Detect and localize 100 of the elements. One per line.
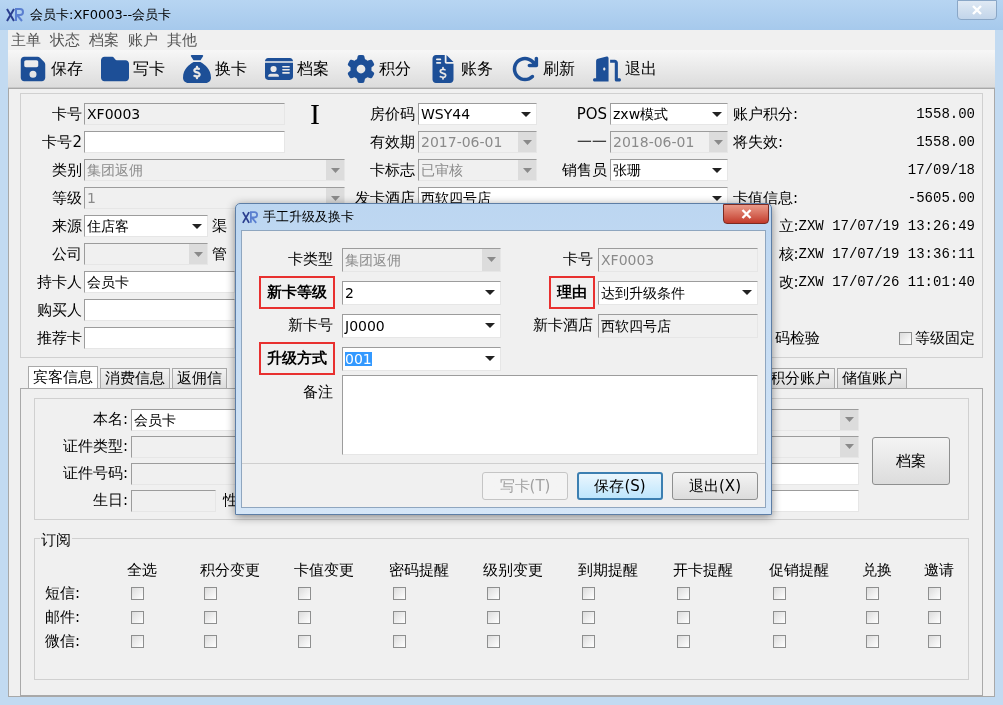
info-label: 核:	[778, 243, 799, 265]
column-header: 促销提醒	[769, 561, 829, 579]
invoice-icon	[429, 54, 457, 83]
checkbox[interactable]	[204, 634, 217, 648]
checkbox[interactable]	[298, 610, 311, 624]
field-label: 类别	[51, 159, 82, 181]
checkbox[interactable]	[582, 586, 595, 600]
checkbox[interactable]	[204, 586, 217, 600]
field-label: 一一	[576, 131, 608, 153]
column-header: 邀请	[924, 561, 954, 579]
checkbox[interactable]	[487, 610, 500, 624]
text-field[interactable]: XF0003	[84, 103, 285, 125]
toolbar-button[interactable]: 账务	[428, 51, 494, 86]
menu-item[interactable]: 档案	[89, 28, 119, 52]
menu-item[interactable]: 状态	[50, 28, 80, 52]
checkbox[interactable]	[487, 634, 500, 648]
checkbox[interactable]	[773, 610, 786, 624]
combo-box[interactable]: zxw模式	[610, 103, 728, 125]
toolbar-button[interactable]: 积分	[346, 51, 412, 86]
toolbar-button[interactable]: 退出	[592, 51, 658, 86]
checkbox[interactable]	[677, 586, 690, 600]
field-label: 公司	[51, 243, 82, 265]
caret-icon	[712, 111, 722, 117]
close-button[interactable]	[723, 204, 769, 224]
checkbox[interactable]	[677, 610, 690, 624]
checkbox[interactable]	[582, 634, 595, 648]
field-label: 销售员	[561, 159, 608, 181]
checkbox[interactable]	[928, 610, 941, 624]
text-field[interactable]	[84, 131, 285, 153]
dialog-title: 手工升级及换卡	[263, 208, 354, 227]
column-header: 全选	[127, 561, 157, 579]
combo-box[interactable]: J0000	[342, 313, 501, 338]
checkbox[interactable]	[131, 610, 144, 624]
checkbox[interactable]	[131, 634, 144, 648]
settings-icon	[347, 54, 375, 83]
field-label: 新卡酒店	[533, 315, 594, 337]
tab[interactable]: 返佣信	[172, 368, 227, 388]
text-field[interactable]: 会员卡	[84, 271, 235, 293]
checkbox[interactable]	[866, 586, 879, 600]
checkbox[interactable]	[866, 634, 879, 648]
refresh-icon	[511, 54, 539, 83]
checkbox[interactable]	[393, 634, 406, 648]
close-icon	[972, 5, 982, 15]
app-logo	[6, 8, 24, 22]
caret-icon	[709, 132, 727, 152]
combo-box[interactable]: 住店客	[84, 215, 208, 237]
dialog-button[interactable]: 保存(S)	[577, 472, 663, 500]
toolbar-button[interactable]: 写卡	[100, 51, 166, 86]
field-label: 证件号码:	[61, 463, 128, 485]
combo-box[interactable]: 达到升级条件	[598, 280, 758, 305]
text-field[interactable]	[769, 489, 859, 512]
column-header: 级别变更	[483, 561, 543, 579]
checkbox[interactable]	[773, 634, 786, 648]
checkbox[interactable]	[677, 634, 690, 648]
caret-icon	[518, 132, 536, 152]
toolbar-button[interactable]: 刷新	[510, 51, 576, 86]
tab[interactable]: 消费信息	[100, 368, 170, 388]
checkbox[interactable]	[773, 586, 786, 600]
menu-item[interactable]: 其他	[167, 28, 197, 52]
tab[interactable]: 储值账户	[837, 368, 907, 388]
column-header: 积分变更	[200, 561, 260, 579]
field-label: 新卡号	[288, 315, 334, 337]
text-field[interactable]: 会员卡	[131, 408, 236, 431]
checkbox[interactable]	[393, 610, 406, 624]
toolbar-button[interactable]: 保存	[18, 51, 84, 86]
tab[interactable]: 宾客信息	[28, 366, 98, 388]
text-field[interactable]	[84, 299, 235, 321]
info-value: 1558.00	[916, 104, 975, 124]
dialog-button[interactable]: 退出(X)	[672, 472, 758, 500]
text-field[interactable]	[84, 327, 235, 349]
column-header: 卡值变更	[294, 561, 354, 579]
column-header: 开卡提醒	[673, 561, 733, 579]
combo-box[interactable]: WSY44	[418, 103, 537, 125]
checkbox[interactable]	[866, 610, 879, 624]
checkbox[interactable]	[393, 586, 406, 600]
text-field[interactable]	[769, 462, 859, 485]
checkbox[interactable]	[487, 586, 500, 600]
menu-item[interactable]: 账户	[128, 28, 158, 52]
toolbar-button[interactable]: 换卡	[182, 51, 248, 86]
checkbox[interactable]	[204, 610, 217, 624]
text-field[interactable]: 西软四号店	[598, 313, 758, 338]
checkbox[interactable]	[928, 586, 941, 600]
checkbox[interactable]	[899, 331, 912, 345]
archive-button[interactable]: 档案	[872, 437, 950, 485]
checkbox[interactable]	[582, 610, 595, 624]
menu-item[interactable]: 主单	[11, 28, 41, 52]
combo-box[interactable]: 2	[342, 280, 501, 305]
combo-box[interactable]: 张珊	[610, 159, 728, 181]
field-label: 本名:	[91, 409, 128, 431]
field-label: 理由	[549, 276, 595, 309]
checkbox[interactable]	[928, 634, 941, 648]
caret-icon	[521, 111, 531, 117]
field-label: 卡号	[563, 249, 594, 271]
window-title: 会员卡:XF0003--会员卡	[30, 6, 172, 25]
checkbox[interactable]	[298, 634, 311, 648]
checkbox[interactable]	[131, 586, 144, 600]
caret-icon	[482, 248, 500, 271]
password-check-label: 码检验	[775, 327, 820, 349]
toolbar-button[interactable]: 档案	[264, 51, 330, 86]
checkbox[interactable]	[298, 586, 311, 600]
